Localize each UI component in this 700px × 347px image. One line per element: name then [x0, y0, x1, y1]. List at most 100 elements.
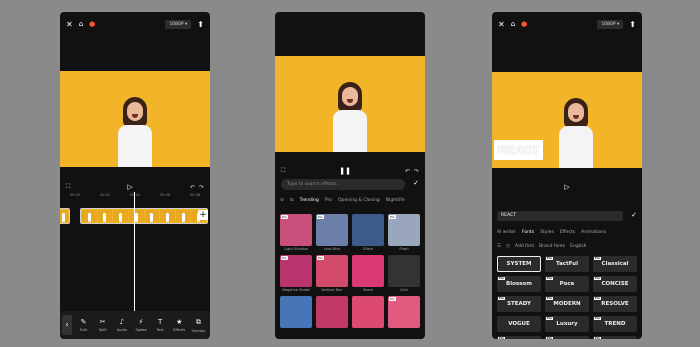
effect-thumbnail: Pro: [316, 214, 348, 246]
effect-item[interactable]: [352, 296, 384, 329]
tool-overlay[interactable]: ⧉ Overlay: [189, 318, 208, 333]
playback-controls: ⛶ ❚❚ ↶ ↷: [275, 164, 425, 178]
no-effect-icon[interactable]: ⊘: [280, 198, 284, 203]
effects-search-input[interactable]: Type to search effects…: [281, 179, 405, 190]
effect-item[interactable]: [280, 296, 312, 329]
export-resolution-button[interactable]: 1080P ▾: [165, 19, 192, 29]
tool-effects[interactable]: ★ Effects: [170, 318, 189, 333]
tool-text[interactable]: T Text: [151, 318, 170, 333]
play-icon[interactable]: ▷: [498, 183, 636, 191]
font-option[interactable]: Pro Blossom: [497, 276, 541, 292]
font-name: RESOLVE: [601, 301, 629, 307]
text-tabs: AI writer Fonts Styles Effects Animations: [492, 226, 642, 238]
font-name: Blossom: [506, 281, 532, 287]
help-icon[interactable]: ⌂: [79, 20, 83, 28]
tool-label: Edit: [80, 327, 87, 332]
text-input[interactable]: REACT: [497, 211, 623, 221]
help-icon[interactable]: ⌂: [511, 20, 515, 28]
pro-badge: Pro: [389, 215, 396, 219]
font-tab-english[interactable]: English: [570, 244, 586, 249]
font-option[interactable]: Pro TactFul: [545, 256, 589, 272]
tab-opening-closing[interactable]: Opening & Closing: [338, 198, 380, 203]
upload-icon[interactable]: ⬆: [197, 20, 204, 29]
confirm-check-icon[interactable]: ✓: [631, 211, 637, 219]
effect-thumbnail: [316, 296, 348, 328]
tab-nightlife[interactable]: Nightlife: [386, 198, 405, 203]
playback-controls: ▷: [492, 180, 642, 194]
effect-item[interactable]: Zoom: [352, 255, 384, 292]
undo-icon[interactable]: ↶: [405, 168, 410, 175]
confirm-check-icon[interactable]: ✓: [413, 179, 419, 187]
fire-icon[interactable]: ●: [521, 20, 527, 28]
timeline[interactable]: [60, 200, 210, 224]
close-icon[interactable]: ✕: [66, 20, 73, 29]
tab-styles[interactable]: Styles: [540, 230, 554, 235]
font-option[interactable]: Pro Classical: [593, 256, 637, 272]
tool-speed[interactable]: ⚡ Speed: [131, 318, 150, 333]
tab-ai-writer[interactable]: AI writer: [497, 230, 516, 235]
effect-item[interactable]: Pro Lens Blur: [316, 214, 348, 251]
effect-item[interactable]: Glitch: [352, 214, 384, 251]
tool-audio[interactable]: ♪ Audio: [112, 318, 131, 333]
ruler-tick: 00:02: [99, 193, 111, 197]
pro-badge: Pro: [498, 297, 505, 300]
font-option[interactable]: Pro RESOLVE: [593, 296, 637, 312]
font-name: TREND: [604, 321, 626, 327]
font-option[interactable]: Pro Luxury: [545, 316, 589, 332]
history-icon[interactable]: ◷: [506, 244, 510, 249]
font-option[interactable]: Pro STEADY: [497, 296, 541, 312]
effect-item[interactable]: [316, 296, 348, 329]
tab-fonts[interactable]: Fonts: [522, 230, 534, 235]
add-clip-button[interactable]: +: [198, 210, 208, 220]
font-tab-brand-fonts[interactable]: Brand fonts: [539, 244, 565, 249]
font-option[interactable]: Pro CONCISE: [593, 276, 637, 292]
fire-icon[interactable]: ●: [89, 20, 95, 28]
redo-icon[interactable]: ↷: [199, 184, 204, 191]
back-button[interactable]: ‹: [62, 315, 72, 335]
effect-item[interactable]: Pro Light Shadow: [280, 214, 312, 251]
pro-badge: Pro: [594, 257, 601, 260]
pause-icon[interactable]: ❚❚: [285, 167, 405, 175]
tool-edit[interactable]: ✎ Edit: [74, 318, 93, 333]
ruler-tick: 00:08: [189, 193, 201, 197]
effect-item[interactable]: Pro Flash: [388, 214, 420, 251]
play-icon[interactable]: ▷: [70, 183, 190, 191]
list-icon[interactable]: ☰: [497, 244, 501, 249]
effect-item[interactable]: Pro: [388, 296, 420, 329]
tool-split[interactable]: ✂ Split: [93, 318, 112, 333]
text-overlay[interactable]: REACT: [494, 140, 544, 160]
clip-leading[interactable]: [60, 208, 70, 224]
redo-icon[interactable]: ↷: [414, 168, 419, 175]
tab-pro[interactable]: Pro: [325, 198, 332, 203]
font-option[interactable]: VOGUE: [497, 316, 541, 332]
font-option[interactable]: ProStarry: [497, 336, 541, 339]
font-option[interactable]: Pro MODERN: [545, 296, 589, 312]
pro-badge: Pro: [546, 337, 553, 339]
font-option[interactable]: ProFlourishing: [593, 336, 637, 339]
effect-item[interactable]: Pro Vertical Blur: [316, 255, 348, 292]
font-option[interactable]: Pro TREND: [593, 316, 637, 332]
font-tab-add-font[interactable]: Add font: [515, 244, 534, 249]
tab-effects[interactable]: Effects: [560, 230, 575, 235]
effect-item[interactable]: Grid: [388, 255, 420, 292]
effect-item[interactable]: Pro Negative Shake: [280, 255, 312, 292]
bookmark-icon[interactable]: ⊡: [290, 198, 294, 203]
undo-icon[interactable]: ↶: [190, 184, 195, 191]
pro-badge: Pro: [317, 215, 324, 219]
tool-icon: ⧉: [195, 317, 201, 326]
close-icon[interactable]: ✕: [498, 20, 505, 29]
upload-icon[interactable]: ⬆: [629, 20, 636, 29]
tab-trending[interactable]: Trending: [300, 198, 319, 203]
pro-badge: Pro: [498, 337, 505, 339]
playhead[interactable]: [134, 192, 135, 312]
effect-thumbnail: Pro: [316, 255, 348, 287]
export-resolution-button[interactable]: 1080P ▾: [597, 19, 624, 29]
tab-animations[interactable]: Animations: [581, 230, 606, 235]
font-option[interactable]: Pro Poce: [545, 276, 589, 292]
video-clip[interactable]: [80, 208, 208, 224]
pro-badge: Pro: [594, 317, 601, 320]
effect-thumbnail: Pro: [388, 296, 420, 328]
font-option[interactable]: SYSTEM: [497, 256, 541, 272]
font-option[interactable]: ProPLAYFUL: [545, 336, 589, 339]
effects-tabs: ⊘ ⊡ Trending Pro Opening & Closing Nightlife: [275, 194, 425, 206]
